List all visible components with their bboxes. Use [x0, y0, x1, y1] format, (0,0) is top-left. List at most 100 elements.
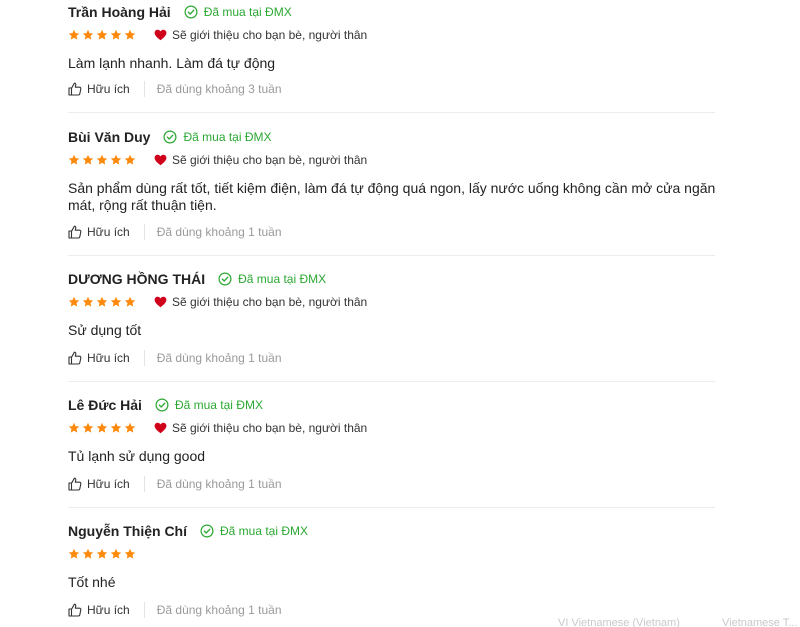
thumbs-up-icon — [68, 477, 82, 491]
purchase-badge: Đã mua tại ĐMX — [184, 5, 292, 19]
star-icon — [82, 296, 94, 307]
recommend-label: Sẽ giới thiệu cho bạn bè, người thân — [172, 295, 368, 309]
star-icon — [124, 296, 136, 307]
purchase-badge-label: Đã mua tại ĐMX — [183, 130, 272, 144]
reviewer-name: Nguyễn Thiện Chí — [68, 523, 187, 539]
helpful-label: Hữu ích — [87, 82, 130, 96]
language-tag: Vietnamese T... — [722, 617, 798, 627]
star-icon — [124, 548, 136, 559]
star-icon — [68, 29, 80, 40]
divider — [143, 81, 145, 97]
review-item: Lê Đức Hải Đã mua tại ĐMX Sẽ giới thiệu … — [68, 395, 715, 508]
heart-icon — [154, 296, 167, 308]
helpful-label: Hữu ích — [87, 351, 130, 365]
review-content: Làm lạnh nhanh. Làm đá tự động — [68, 55, 276, 71]
review-list: Trần Hoàng Hải Đã mua tại ĐMX Sẽ giới th… — [0, 0, 800, 627]
check-circle-icon — [218, 272, 232, 286]
star-icon — [110, 154, 122, 165]
star-rating — [68, 296, 138, 308]
purchase-badge: Đã mua tại ĐMX — [163, 130, 272, 144]
purchase-badge: Đã mua tại ĐMX — [200, 524, 308, 538]
recommend-label: Sẽ giới thiệu cho bạn bè, người thân — [172, 28, 368, 42]
heart-icon — [154, 29, 167, 41]
star-icon — [96, 548, 108, 559]
star-icon — [110, 422, 122, 433]
star-icon — [96, 154, 108, 165]
star-rating — [68, 29, 138, 41]
review-item: DƯƠNG HỒNG THÁI Đã mua tại ĐMX Sẽ giới t… — [68, 269, 715, 382]
star-icon — [82, 29, 94, 40]
language-tag: VI Vietnamese (Vietnam) — [558, 617, 680, 627]
recommend-badge: Sẽ giới thiệu cho bạn bè, người thân — [154, 421, 367, 435]
check-circle-icon — [163, 130, 177, 144]
usage-duration: Đã dùng khoảng 1 tuần — [156, 225, 282, 239]
star-icon — [110, 296, 122, 307]
star-icon — [110, 548, 122, 559]
review-divider — [68, 381, 715, 382]
star-icon — [68, 154, 80, 165]
purchase-badge-label: Đã mua tại ĐMX — [203, 5, 292, 19]
review-item: Trần Hoàng Hải Đã mua tại ĐMX Sẽ giới th… — [68, 2, 715, 113]
check-circle-icon — [200, 524, 214, 538]
purchase-badge-label: Đã mua tại ĐMX — [238, 272, 327, 286]
review-divider — [68, 112, 715, 113]
purchase-badge: Đã mua tại ĐMX — [155, 398, 263, 412]
reviewer-name: Lê Đức Hải — [68, 397, 142, 413]
usage-duration: Đã dùng khoảng 1 tuần — [156, 603, 282, 617]
thumbs-up-icon — [68, 82, 82, 96]
recommend-label: Sẽ giới thiệu cho bạn bè, người thân — [172, 153, 368, 167]
helpful-button[interactable]: Hữu ích — [68, 477, 130, 491]
recommend-label: Sẽ giới thiệu cho bạn bè, người thân — [172, 421, 368, 435]
helpful-label: Hữu ích — [87, 477, 130, 491]
purchase-badge: Đã mua tại ĐMX — [218, 272, 326, 286]
star-icon — [68, 548, 80, 559]
usage-duration: Đã dùng khoảng 1 tuần — [156, 477, 282, 491]
star-rating — [68, 154, 138, 166]
check-circle-icon — [155, 398, 169, 412]
star-icon — [96, 296, 108, 307]
divider — [143, 224, 145, 240]
review-divider — [68, 507, 715, 508]
divider — [143, 602, 145, 618]
helpful-button[interactable]: Hữu ích — [68, 225, 130, 239]
star-icon — [68, 296, 80, 307]
star-icon — [110, 29, 122, 40]
reviewer-name: DƯƠNG HỒNG THÁI — [68, 271, 206, 287]
thumbs-up-icon — [68, 603, 82, 617]
thumbs-up-icon — [68, 225, 82, 239]
usage-duration: Đã dùng khoảng 1 tuần — [156, 351, 282, 365]
review-content: Tủ lạnh sử dụng good — [68, 448, 206, 464]
divider — [143, 350, 145, 366]
star-rating — [68, 548, 138, 560]
star-icon — [82, 154, 94, 165]
star-rating — [68, 422, 138, 434]
check-circle-icon — [184, 5, 198, 19]
purchase-badge-label: Đã mua tại ĐMX — [220, 524, 309, 538]
review-content: Sản phẩm dùng rất tốt, tiết kiệm điện, l… — [68, 180, 716, 213]
star-icon — [124, 29, 136, 40]
star-icon — [96, 422, 108, 433]
review-content: Tốt nhé — [68, 574, 116, 590]
review-divider — [68, 255, 715, 256]
star-icon — [82, 548, 94, 559]
star-icon — [82, 422, 94, 433]
star-icon — [96, 29, 108, 40]
purchase-badge-label: Đã mua tại ĐMX — [174, 398, 263, 412]
recommend-badge: Sẽ giới thiệu cho bạn bè, người thân — [154, 28, 367, 42]
heart-icon — [154, 154, 167, 166]
divider — [143, 476, 145, 492]
review-item: Nguyễn Thiện Chí Đã mua tại ĐMX Tốt nhé … — [68, 521, 715, 621]
helpful-button[interactable]: Hữu ích — [68, 82, 130, 96]
reviewer-name: Trần Hoàng Hải — [68, 4, 171, 20]
helpful-button[interactable]: Hữu ích — [68, 351, 130, 365]
star-icon — [124, 154, 136, 165]
helpful-button[interactable]: Hữu ích — [68, 603, 130, 617]
recommend-badge: Sẽ giới thiệu cho bạn bè, người thân — [154, 153, 367, 167]
star-icon — [124, 422, 136, 433]
usage-duration: Đã dùng khoảng 3 tuần — [156, 82, 282, 96]
heart-icon — [154, 422, 167, 434]
helpful-label: Hữu ích — [87, 225, 130, 239]
star-icon — [68, 422, 80, 433]
recommend-badge: Sẽ giới thiệu cho bạn bè, người thân — [154, 295, 367, 309]
helpful-label: Hữu ích — [87, 603, 130, 617]
